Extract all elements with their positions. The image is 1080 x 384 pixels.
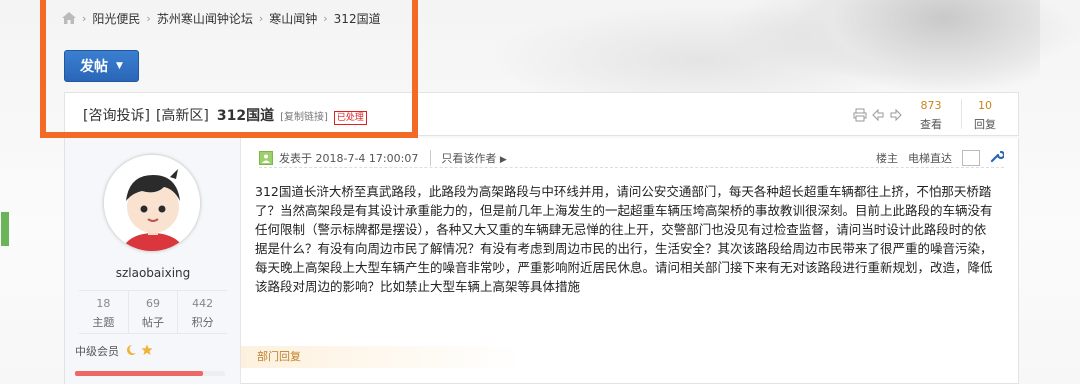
breadcrumb-item[interactable]: 苏州寒山闻钟论坛: [157, 10, 253, 27]
post-time: 发表于 2018-7-4 17:00:07: [279, 151, 419, 165]
status-badge: 已处理: [333, 111, 367, 125]
breadcrumb: › 阳光便民 › 苏州寒山闻钟论坛 › 寒山闻钟 › 312国道: [62, 9, 381, 27]
triangle-right-icon: ▶: [499, 154, 507, 165]
author-stat[interactable]: 69 帖子: [129, 291, 179, 333]
home-icon[interactable]: [62, 12, 76, 24]
author-rank: 中级会员: [75, 343, 153, 359]
views-count: 873: [920, 99, 942, 112]
post-meta: 发表于 2018-7-4 17:00:07 只看该作者 ▶ 楼主 电梯直达: [259, 148, 1006, 168]
prev-thread-icon[interactable]: [871, 108, 885, 125]
post-body: 312国道长浒大桥至真武路段，此路段为高架路段与中环线并用，请问公安交通部门，每…: [255, 184, 993, 294]
replies-label: 回复: [974, 118, 996, 131]
chevron-right-icon: ›: [258, 11, 264, 25]
only-author-link[interactable]: 只看该作者 ▶: [430, 149, 507, 166]
online-status-icon: [259, 150, 273, 165]
dept-reply-header: 部门回复: [241, 346, 521, 368]
author-sidebar: szlaobaixing 18 主题 69 帖子 442 积分 中级会员: [65, 138, 241, 384]
views-label: 查看: [920, 118, 942, 131]
author-stat[interactable]: 18 主题: [79, 291, 129, 333]
replies-count: 10: [978, 99, 992, 112]
caret-down-icon: ▼: [116, 61, 123, 71]
author-stats: 18 主题 69 帖子 442 积分: [79, 290, 227, 334]
rank-label[interactable]: 中级会员: [75, 343, 119, 359]
stat-label: 积分: [191, 316, 214, 329]
divider: [961, 99, 962, 129]
stat-value: 442: [192, 297, 214, 310]
thread-title: [咨询投诉] [高新区] 312国道 [复制链接] 已处理: [83, 105, 367, 125]
thread-tools: [853, 108, 903, 125]
new-post-button[interactable]: 发帖 ▼: [64, 50, 139, 82]
next-thread-icon[interactable]: [889, 108, 903, 125]
chevron-right-icon: ›: [82, 11, 87, 25]
author-username[interactable]: szlaobaixing: [65, 266, 241, 280]
avatar[interactable]: [103, 154, 201, 252]
chevron-right-icon: ›: [146, 11, 151, 25]
goto-floor-label: 电梯直达: [908, 151, 952, 165]
floor-label: 楼主: [876, 151, 898, 165]
rank-progress-bar: [75, 371, 225, 376]
copy-link-button[interactable]: [复制链接]: [280, 108, 328, 123]
breadcrumb-item[interactable]: 阳光便民: [92, 10, 140, 27]
views-stat: 873 查看: [911, 99, 951, 132]
breadcrumb-item[interactable]: 寒山闻钟: [269, 10, 317, 27]
star-icon: [141, 344, 153, 359]
category-tag[interactable]: [咨询投诉]: [83, 105, 150, 125]
post-meta-right: 楼主 电梯直达: [876, 149, 1006, 166]
stat-value: 18: [96, 297, 111, 310]
thread-title-text: 312国道: [216, 108, 275, 124]
new-post-label: 发帖: [80, 59, 109, 75]
district-tag[interactable]: [高新区]: [156, 105, 209, 125]
thread-header: [咨询投诉] [高新区] 312国道 [复制链接] 已处理 873 查看 10 …: [64, 92, 1019, 136]
chevron-right-icon: ›: [323, 11, 328, 25]
author-stat[interactable]: 442 积分: [178, 291, 227, 333]
wrench-icon[interactable]: [990, 149, 1006, 166]
goto-floor-input[interactable]: [962, 149, 980, 166]
stat-label: 主题: [92, 316, 115, 329]
only-author-label: 只看该作者: [441, 151, 497, 165]
replies-stat: 10 回复: [965, 99, 1005, 132]
print-icon[interactable]: [853, 108, 867, 125]
stat-label: 帖子: [142, 316, 164, 329]
stat-value: 69: [146, 297, 160, 310]
post: szlaobaixing 18 主题 69 帖子 442 积分 中级会员 发表于…: [64, 138, 1019, 384]
moon-icon: [123, 344, 137, 359]
books-decoration: [0, 200, 10, 246]
breadcrumb-item[interactable]: 312国道: [334, 10, 381, 27]
